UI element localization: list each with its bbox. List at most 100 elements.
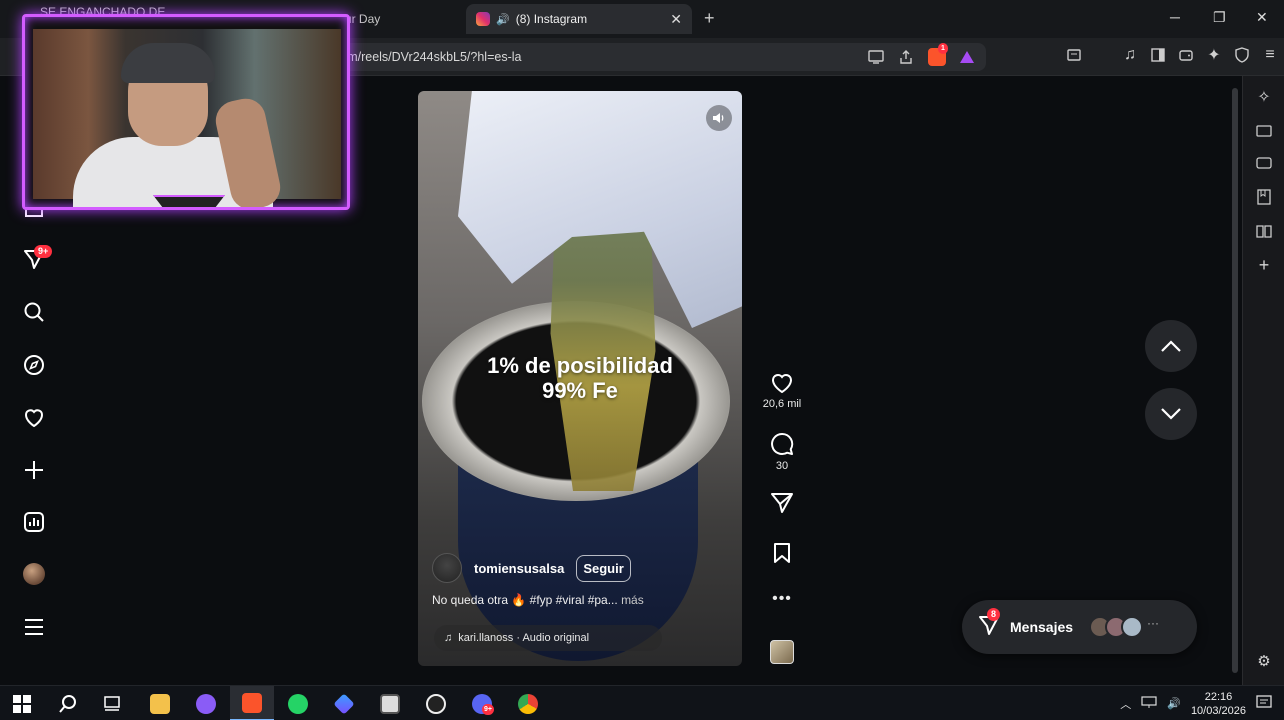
webcam-feed [33, 29, 341, 207]
brave-shields-icon[interactable]: 1 [928, 43, 948, 66]
next-reel-button[interactable] [1145, 388, 1197, 440]
add-panel-icon[interactable]: + [1255, 255, 1273, 275]
search-nav-item[interactable] [20, 298, 48, 326]
wallet-icon[interactable] [1255, 154, 1273, 172]
discord-button[interactable]: 9+ [460, 686, 504, 720]
author-avatar[interactable] [432, 553, 462, 583]
reader-mode-icon[interactable] [1066, 47, 1082, 63]
messages-badge: 9+ [34, 245, 53, 258]
minimize-button[interactable]: ─ [1170, 9, 1180, 25]
plus-icon [25, 461, 43, 479]
notifications-nav-item[interactable] [20, 404, 48, 432]
notifications-icon[interactable] [1256, 694, 1272, 713]
explore-nav-item[interactable] [20, 351, 48, 379]
hamburger-menu-icon [25, 619, 43, 635]
clock[interactable]: 22:16 10/03/2026 [1191, 690, 1246, 718]
system-tray: ︿ 🔊 22:16 10/03/2026 [1120, 686, 1284, 720]
new-tab-button[interactable]: + [704, 8, 715, 29]
vpn-shield-icon[interactable] [1234, 47, 1250, 63]
app-window-button[interactable] [368, 686, 412, 720]
messages-button[interactable]: 8 Mensajes ··· [962, 600, 1197, 654]
share-icon[interactable] [898, 49, 914, 65]
more-dots-icon: ··· [1147, 616, 1160, 630]
video-icon[interactable] [1255, 122, 1273, 140]
address-bar[interactable]: com/reels/DVr244skbL5/?hl=es-la 1 [326, 43, 986, 71]
caption-more-link[interactable]: más [621, 593, 644, 607]
file-explorer-button[interactable] [138, 686, 182, 720]
more-options-icon[interactable]: ••• [758, 590, 806, 608]
create-nav-item[interactable] [20, 456, 48, 484]
task-view-button[interactable] [90, 686, 134, 720]
messages-nav-item[interactable]: 9+ [20, 245, 53, 273]
bat-frame-ornament [153, 195, 225, 207]
avatar [1121, 616, 1144, 638]
tab-title: (8) Instagram [515, 12, 588, 26]
webcam-overlay [22, 14, 350, 210]
restore-button[interactable]: ❐ [1213, 9, 1226, 26]
save-button[interactable] [758, 542, 806, 568]
sidebar-toggle-icon[interactable] [1150, 47, 1166, 63]
chevron-up-icon [1161, 340, 1181, 352]
profile-nav-item[interactable] [20, 560, 48, 588]
whatsapp-button[interactable] [276, 686, 320, 720]
app-diamond-button[interactable] [322, 686, 366, 720]
comment-icon [771, 432, 794, 455]
chrome-button[interactable] [506, 686, 550, 720]
comment-count: 30 [775, 460, 789, 472]
audio-thumbnail[interactable] [770, 640, 794, 664]
audio-label: kari.llanoss · Audio original [458, 632, 590, 644]
close-tab-icon[interactable]: ✕ [670, 11, 682, 28]
more-nav-item[interactable] [20, 613, 48, 641]
brave-browser-icon [242, 692, 262, 713]
like-count: 20,6 mil [762, 398, 802, 410]
message-avatars: ··· [1089, 616, 1160, 638]
reel-caption: No queda otra 🔥 #fyp #viral #pa... más [432, 593, 644, 607]
chevron-up-icon[interactable]: ︿ [1120, 696, 1131, 712]
url-text: com/reels/DVr244skbL5/?hl=es-la [334, 50, 522, 64]
heart-icon [25, 409, 43, 428]
volume-button[interactable] [706, 105, 732, 131]
speaker-icon: 🔊 [496, 13, 510, 26]
settings-gear-icon[interactable]: ⚙ [1255, 652, 1273, 670]
page-scrollbar[interactable] [1229, 76, 1241, 685]
volume-icon[interactable]: 🔊 [1167, 697, 1181, 710]
network-icon[interactable] [1141, 695, 1157, 712]
extension-icons: ♫ ✦ ≡ [1066, 46, 1278, 64]
scrollbar-thumb[interactable] [1232, 88, 1238, 673]
leo-ai-icon[interactable]: ✧ [1255, 88, 1273, 106]
like-button[interactable]: 20,6 mil [758, 372, 806, 410]
chat-app-icon [196, 693, 216, 714]
author-username[interactable]: tomiensusalsa [474, 561, 564, 576]
close-window-button[interactable]: ✕ [1256, 9, 1268, 26]
bookmarks-icon[interactable] [1255, 188, 1273, 206]
chrome-icon [518, 693, 538, 714]
app-purple-button[interactable] [184, 686, 228, 720]
heart-icon [771, 374, 793, 394]
follow-button[interactable]: Seguir [576, 554, 631, 582]
menu-icon[interactable]: ≡ [1262, 46, 1278, 63]
reel-video[interactable]: 1% de posibilidad 99% Fe tomiensusalsa S… [418, 91, 742, 666]
send-icon: 8 [978, 607, 1001, 641]
send-icon [771, 493, 793, 513]
taskbar-search-button[interactable] [46, 686, 90, 720]
start-button[interactable] [0, 686, 44, 720]
instagram-favicon-icon [476, 12, 490, 26]
cast-icon[interactable] [868, 49, 884, 65]
music-icon[interactable]: ♫ [1122, 46, 1138, 63]
windows-taskbar: 9+ ︿ 🔊 22:16 10/03/2026 [0, 685, 1284, 720]
share-button[interactable] [758, 492, 806, 518]
browser-sidebar: ✧ + ⚙ [1242, 76, 1284, 685]
leo-ai-icon[interactable]: ✦ [1206, 47, 1222, 64]
search-icon [59, 694, 76, 713]
obs-button[interactable] [414, 686, 458, 720]
window-app-icon [380, 693, 400, 714]
reel-audio[interactable]: ♫ kari.llanoss · Audio original [434, 625, 662, 651]
reading-list-icon[interactable] [1255, 222, 1273, 240]
dashboard-nav-item[interactable] [20, 508, 48, 536]
previous-reel-button[interactable] [1145, 320, 1197, 372]
brave-taskbar-button[interactable] [230, 686, 274, 720]
brave-rewards-icon[interactable] [960, 51, 974, 63]
tab-instagram[interactable]: 🔊 (8) Instagram ✕ [466, 4, 692, 34]
wallet-icon[interactable] [1178, 47, 1194, 63]
comment-button[interactable]: 30 [758, 432, 806, 472]
